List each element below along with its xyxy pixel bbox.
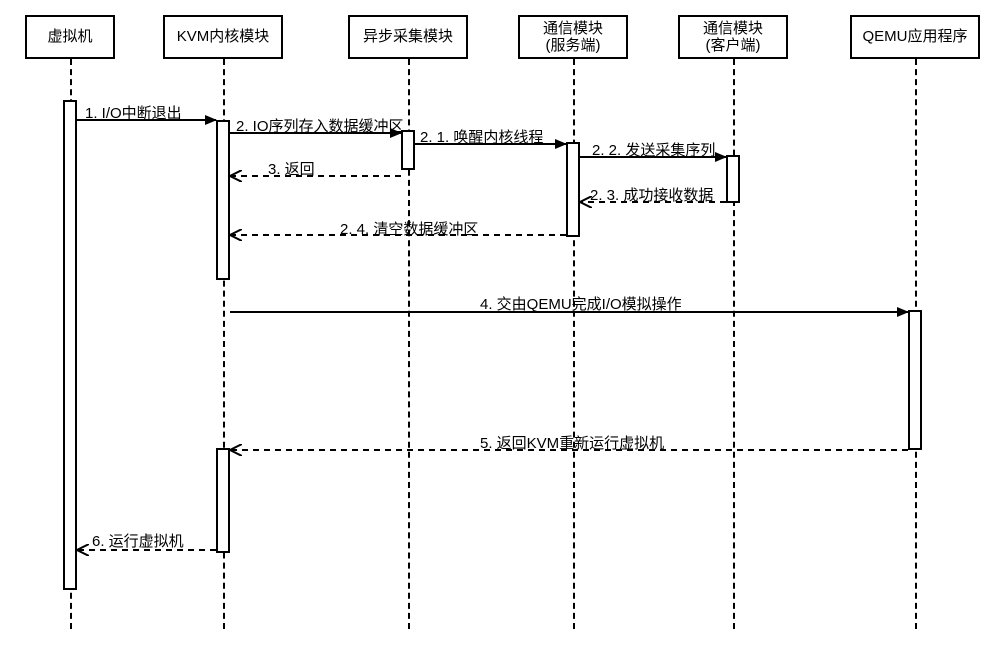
actor-qemu: QEMU应用程序 bbox=[850, 15, 980, 59]
msg-3-label: 3. 返回 bbox=[268, 158, 315, 179]
msg-2-label: 2. IO序列存入数据缓冲区 bbox=[236, 115, 404, 136]
actor-qemu-label: QEMU应用程序 bbox=[862, 28, 967, 45]
actor-vm: 虚拟机 bbox=[25, 15, 115, 59]
actor-vm-label: 虚拟机 bbox=[47, 28, 92, 45]
lifeline-comm-client bbox=[733, 59, 735, 629]
msg-5-label: 5. 返回KVM重新运行虚拟机 bbox=[480, 432, 664, 453]
msg-22-label: 2. 2. 发送采集序列 bbox=[592, 139, 715, 160]
actor-comm-client-label: 通信模块 (客户端) bbox=[703, 20, 763, 55]
actor-kvm: KVM内核模块 bbox=[163, 15, 283, 59]
actor-kvm-label: KVM内核模块 bbox=[177, 28, 270, 45]
msg-4-label: 4. 交由QEMU完成I/O模拟操作 bbox=[480, 293, 682, 314]
actor-async-label: 异步采集模块 bbox=[363, 28, 453, 45]
arrows-layer bbox=[0, 0, 1000, 652]
actor-async: 异步采集模块 bbox=[348, 15, 468, 59]
activation-kvm-io bbox=[216, 120, 230, 280]
activation-comm-server bbox=[566, 142, 580, 237]
actor-comm-client: 通信模块 (客户端) bbox=[678, 15, 788, 59]
activation-comm-client bbox=[726, 155, 740, 203]
msg-21-label: 2. 1. 唤醒内核线程 bbox=[420, 126, 543, 147]
activation-vm-main bbox=[63, 100, 77, 590]
msg-24-label: 2. 4. 清空数据缓冲区 bbox=[340, 218, 478, 239]
activation-kvm-resume bbox=[216, 448, 230, 553]
actor-comm-server-label: 通信模块 (服务端) bbox=[543, 20, 603, 55]
activation-async bbox=[401, 130, 415, 170]
msg-6-label: 6. 运行虚拟机 bbox=[92, 530, 184, 551]
actor-comm-server: 通信模块 (服务端) bbox=[518, 15, 628, 59]
msg-1-label: 1. I/O中断退出 bbox=[85, 102, 182, 123]
activation-qemu bbox=[908, 310, 922, 450]
msg-23-label: 2. 3. 成功接收数据 bbox=[590, 184, 713, 205]
